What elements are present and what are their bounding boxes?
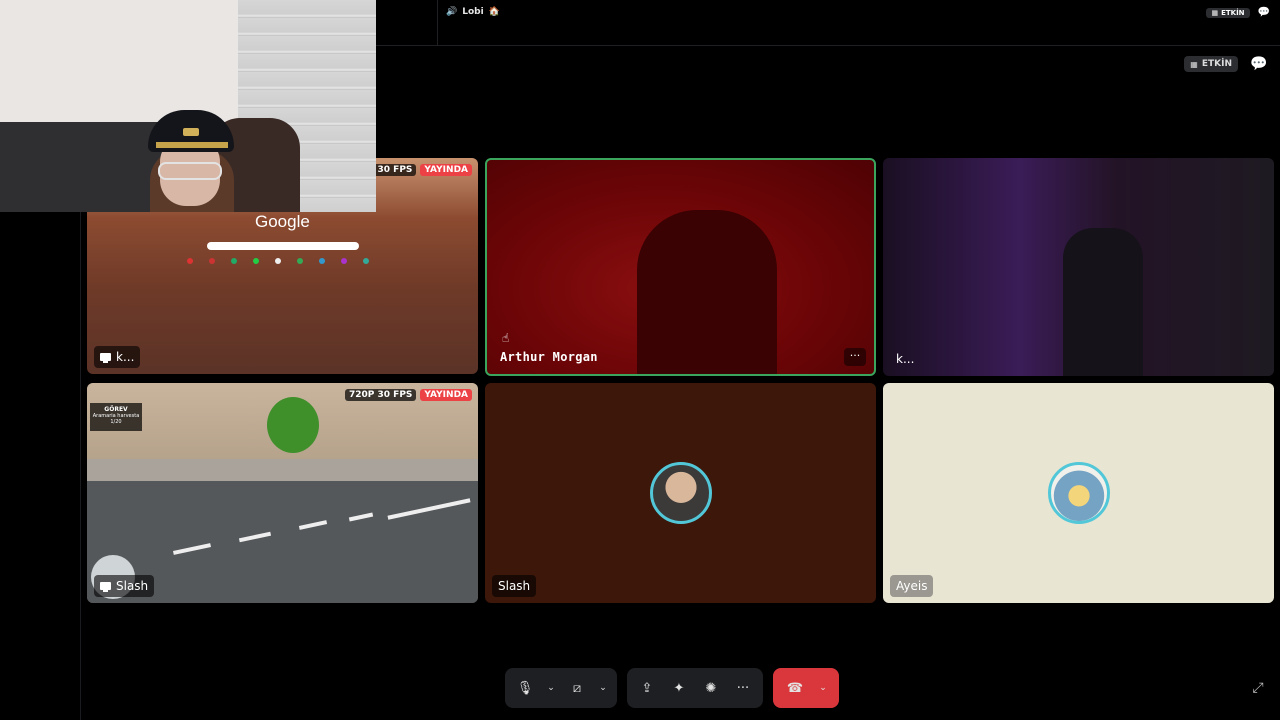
leave-call-group: ☎ ⌄ <box>773 668 839 708</box>
camera-tile-3[interactable]: k... <box>883 158 1274 376</box>
audio-video-group: 🎙 ⌄ ⧄ ⌄ <box>505 668 617 708</box>
channel-title[interactable]: 🔊 Lobi 🏠 <box>446 7 500 17</box>
hang-up-icon[interactable]: ☎ <box>781 673 809 703</box>
top-right-mini-actions: ▦ ETKİN 💬 <box>1206 7 1270 18</box>
mission-title: GÖREV <box>104 406 128 413</box>
activities-icon[interactable]: ✦ <box>665 673 693 703</box>
live-badge: YAYINDA <box>420 164 472 176</box>
calendar-icon: ▦ <box>1190 59 1198 69</box>
webcam-overlay <box>0 0 376 212</box>
google-logo: Google <box>255 212 310 231</box>
cap-band <box>156 142 228 148</box>
channel-name: Lobi <box>462 7 484 17</box>
participant-name-tag: k... <box>890 348 920 370</box>
activity-mini-label: ETKİN <box>1221 8 1245 17</box>
participant-name-tag: Arthur Morgan <box>494 346 604 368</box>
stream-badges: 720P 30 FPS YAYINDA <box>345 389 472 401</box>
screen-share-icon[interactable]: ⇪ <box>633 673 661 703</box>
participant-name: Arthur Morgan <box>500 350 598 364</box>
calendar-icon: ▦ <box>1211 8 1219 17</box>
header-actions: ▦ ETKİN 💬 <box>1184 56 1267 72</box>
glasses <box>158 162 222 180</box>
participant-name: k... <box>896 352 915 366</box>
participant-name: Ayeis <box>896 579 928 593</box>
channel-emoji: 🏠 <box>488 7 500 17</box>
participant-name: Slash <box>498 579 531 593</box>
fullscreen-exit-icon[interactable]: ⤢ <box>1249 679 1267 697</box>
cap-badge <box>183 128 199 136</box>
participant-name: Slash <box>116 579 149 593</box>
screen-share-icon <box>100 582 111 592</box>
microphone-icon[interactable]: 🎙 <box>511 673 539 703</box>
participant-name-tag: Slash <box>492 575 537 597</box>
more-options-button[interactable]: ··· <box>844 348 866 366</box>
google-shortcuts <box>187 258 369 264</box>
chevron-down-icon[interactable]: ⌄ <box>595 673 611 703</box>
top-bar: 🔊 Lobi 🏠 ▦ ETKİN 💬 <box>438 0 1280 46</box>
game-mission-hud: GÖREV Aramaria harvesta 1/20 <box>90 403 142 431</box>
participant-name: k... <box>116 350 135 364</box>
google-search-bar <box>207 242 359 250</box>
resolution-badge: 720P 30 FPS <box>345 389 417 401</box>
stream-tile-slash[interactable]: GÖREV Aramaria harvesta 1/20 720P 30 FPS… <box>87 383 478 603</box>
game-tree <box>267 397 319 453</box>
chevron-down-icon[interactable]: ⌄ <box>543 673 559 703</box>
participant-name-tag: k... <box>94 346 141 368</box>
avatar <box>1047 462 1110 524</box>
speaker-icon: 🔊 <box>446 7 458 17</box>
hand-cursor-icon: ☝ <box>502 331 510 345</box>
participant-name-tag: Ayeis <box>890 575 934 597</box>
more-icon[interactable]: ··· <box>729 673 757 703</box>
avatar <box>649 462 712 524</box>
participant-name-tag: Slash <box>94 575 155 597</box>
screen-share-icon <box>100 353 111 363</box>
chat-icon[interactable]: 💬 <box>1250 56 1267 72</box>
camera-off-icon[interactable]: ⧄ <box>563 673 591 703</box>
camera-feed <box>1063 228 1143 376</box>
live-badge: YAYINDA <box>420 389 472 401</box>
share-activity-group: ⇪ ✦ ✺ ··· <box>627 668 763 708</box>
chevron-down-icon[interactable]: ⌄ <box>815 673 831 703</box>
camera-feed <box>637 210 777 374</box>
activity-label: ETKİN <box>1201 59 1232 69</box>
activity-button[interactable]: ▦ ETKİN <box>1184 56 1238 72</box>
camera-tile-arthur-morgan[interactable]: Arthur Morgan ··· <box>485 158 876 376</box>
activity-mini-button[interactable]: ▦ ETKİN <box>1206 7 1250 18</box>
chat-icon[interactable]: 💬 <box>1258 7 1270 18</box>
mission-count: 1/20 <box>110 419 122 425</box>
avatar-tile-slash[interactable]: Slash <box>485 383 876 603</box>
call-controls: 🎙 ⌄ ⧄ ⌄ ⇪ ✦ ✺ ··· ☎ ⌄ <box>505 668 839 708</box>
soundboard-icon[interactable]: ✺ <box>697 673 725 703</box>
avatar-tile-ayeis[interactable]: Ayeis <box>883 383 1274 603</box>
